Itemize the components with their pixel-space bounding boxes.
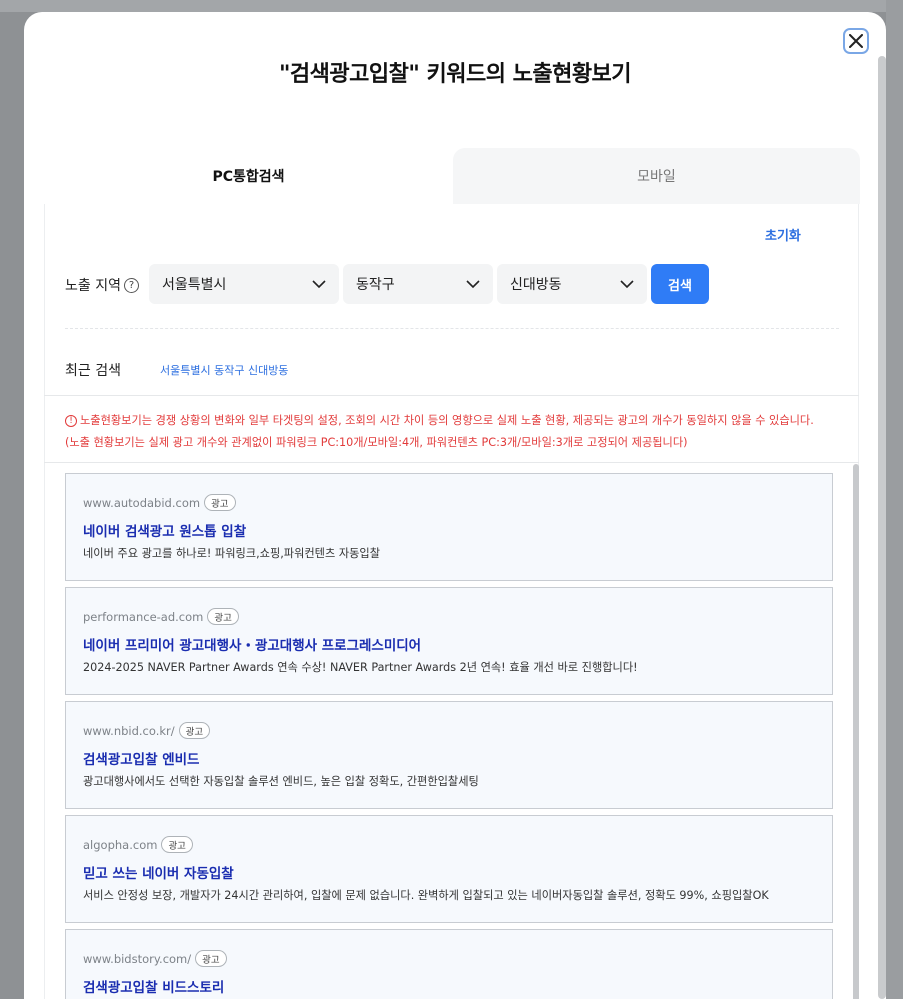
ad-description: 광고대행사에서도 선택한 자동입찰 솔루션 엔비드, 높은 입찰 정확도, 간편… bbox=[83, 775, 479, 788]
modal-title: "검색광고입찰" 키워드의 노출현황보기 bbox=[278, 62, 632, 87]
warning-icon: ! bbox=[65, 415, 77, 427]
ad-url-row: algopha.com 광고 bbox=[83, 836, 193, 853]
ad-title[interactable]: 믿고 쓰는 네이버 자동입찰 bbox=[83, 862, 234, 882]
notice-line-1: ! 노출현황보기는 경쟁 상황의 변화와 일부 타겟팅의 설정, 조회의 시간 차… bbox=[65, 410, 845, 432]
backdrop-top-bar bbox=[0, 0, 903, 12]
ad-description: 2024-2025 NAVER Partner Awards 연속 수상! NA… bbox=[83, 661, 638, 674]
question-circle-icon[interactable]: ? bbox=[123, 277, 139, 293]
recent-search-label: 최근 검색 bbox=[65, 363, 121, 379]
ad-url: www.nbid.co.kr/ bbox=[83, 723, 175, 738]
ad-title[interactable]: 네이버 프리미어 광고대행사・광고대행사 프로그레스미디어 bbox=[83, 634, 421, 654]
ad-badge: 광고 bbox=[195, 950, 227, 967]
notice-text: ! 노출현황보기는 경쟁 상황의 변화와 일부 타겟팅의 설정, 조회의 시간 차… bbox=[65, 410, 845, 454]
ad-url: algopha.com bbox=[83, 837, 158, 852]
close-icon bbox=[849, 34, 863, 48]
neighborhood-select[interactable]: 신대방동 bbox=[497, 264, 647, 304]
ad-url: performance-ad.com bbox=[83, 609, 204, 624]
notice-line-1-text: 노출현황보기는 경쟁 상황의 변화와 일부 타겟팅의 설정, 조회의 시간 차이… bbox=[80, 414, 814, 427]
ad-badge: 광고 bbox=[204, 494, 236, 511]
neighborhood-select-value: 신대방동 bbox=[510, 277, 562, 293]
tab-pc[interactable]: PC통합검색 bbox=[44, 148, 453, 204]
ad-badge: 광고 bbox=[207, 608, 239, 625]
ad-card: algopha.com 광고 믿고 쓰는 네이버 자동입찰 서비스 안정성 보장… bbox=[65, 815, 833, 923]
recent-search-item[interactable]: 서울특별시 동작구 신대방동 bbox=[160, 362, 288, 378]
ad-description: 네이버 주요 광고를 하나로! 파워링크,쇼핑,파워컨텐츠 자동입찰 bbox=[83, 547, 380, 560]
city-select[interactable]: 서울특별시 bbox=[149, 264, 339, 304]
notice-line-2: (노출 현황보기는 실제 광고 개수와 관계없이 파워링크 PC:10개/모바일… bbox=[65, 436, 688, 449]
close-button[interactable] bbox=[843, 28, 869, 54]
chevron-down-icon bbox=[466, 280, 480, 289]
ad-badge: 광고 bbox=[161, 836, 193, 853]
ad-description: 서비스 안정성 보장, 개발자가 24시간 관리하여, 입찰에 문제 없습니다.… bbox=[83, 889, 769, 902]
tab-mobile[interactable]: 모바일 bbox=[453, 148, 860, 204]
chevron-down-icon bbox=[312, 280, 326, 289]
divider bbox=[44, 395, 859, 396]
search-button[interactable]: 검색 bbox=[651, 264, 709, 304]
district-select[interactable]: 동작구 bbox=[343, 264, 493, 304]
chevron-down-icon bbox=[620, 280, 634, 289]
ad-card: www.bidstory.com/ 광고 검색광고입찰 비드스토리 bbox=[65, 929, 833, 999]
ad-url-row: www.nbid.co.kr/ 광고 bbox=[83, 722, 211, 739]
ad-url: www.bidstory.com/ bbox=[83, 951, 192, 966]
ad-card: www.autodabid.com 광고 네이버 검색광고 원스톱 입찰 네이버… bbox=[65, 473, 833, 581]
device-tabs: PC통합검색 모바일 bbox=[44, 148, 860, 204]
list-scrollbar[interactable] bbox=[853, 464, 859, 999]
ad-url-row: www.autodabid.com 광고 bbox=[83, 494, 236, 511]
district-select-value: 동작구 bbox=[356, 277, 395, 293]
ad-title[interactable]: 검색광고입찰 비드스토리 bbox=[83, 976, 224, 996]
ad-title[interactable]: 검색광고입찰 엔비드 bbox=[83, 748, 199, 768]
region-label: 노출 지역 ? bbox=[65, 275, 139, 295]
ad-url-row: www.bidstory.com/ 광고 bbox=[83, 950, 227, 967]
ad-card: performance-ad.com 광고 네이버 프리미어 광고대행사・광고대… bbox=[65, 587, 833, 695]
divider bbox=[65, 328, 839, 329]
backdrop-right-column bbox=[886, 0, 903, 999]
exposure-status-modal: "검색광고입찰" 키워드의 노출현황보기 PC통합검색 모바일 초기화 노출 지… bbox=[24, 12, 886, 999]
reset-button[interactable]: 초기화 bbox=[765, 225, 801, 244]
ad-url: www.autodabid.com bbox=[83, 495, 201, 510]
ad-title[interactable]: 네이버 검색광고 원스톱 입찰 bbox=[83, 520, 246, 540]
ad-badge: 광고 bbox=[178, 722, 211, 739]
divider bbox=[44, 462, 859, 463]
region-label-text: 노출 지역 bbox=[65, 278, 121, 294]
ad-url-row: performance-ad.com 광고 bbox=[83, 608, 239, 625]
ad-card: www.nbid.co.kr/ 광고 검색광고입찰 엔비드 광고대행사에서도 선… bbox=[65, 701, 833, 809]
city-select-value: 서울특별시 bbox=[162, 277, 227, 293]
modal-scrollbar[interactable] bbox=[878, 56, 886, 999]
